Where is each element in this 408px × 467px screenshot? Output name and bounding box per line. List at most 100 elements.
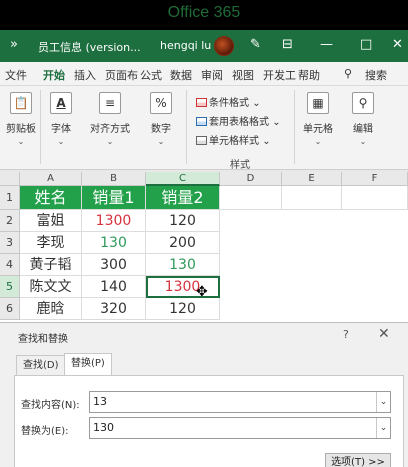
row-header[interactable]: 6 [0,298,20,320]
avatar[interactable] [214,36,234,56]
cells-group[interactable]: ▦ 单元格 ⌄ [295,92,341,146]
tab-data[interactable]: 数据 [170,67,192,83]
ribbon-divider [186,90,187,164]
row-header[interactable]: 3 [0,232,20,254]
ribbon-display-icon[interactable]: ⊟ [282,37,293,52]
cell-name[interactable]: 富姐 [20,210,82,232]
cell-sales1[interactable]: 320 [82,298,146,320]
chevron-down-icon: ⌄ [106,137,114,146]
editing-group[interactable]: ⚲ 编辑 ⌄ [340,92,386,146]
ribbon-tabs: 文件 开始 插入 页面布 公式 数据 审阅 视图 开发工 帮助 ⚲ 搜索 [0,62,408,88]
cell-sales1[interactable]: 300 [82,254,146,276]
find-label: 查找内容(N): [21,400,80,411]
chevron-down-icon[interactable]: ⌄ [376,392,390,412]
tab-help[interactable]: 帮助 [298,67,320,83]
tab-find[interactable]: 查找(D) [16,355,66,375]
search-icon: ⚲ [352,92,374,114]
column-header[interactable]: E [282,172,342,186]
back-icon[interactable]: » [10,37,18,52]
chevron-down-icon: ⌄ [57,137,65,146]
clipboard-icon: 📋 [10,92,32,114]
table-icon [196,117,207,126]
column-header[interactable]: A [20,172,82,186]
tab-page-layout[interactable]: 页面布 [105,67,138,83]
row-header[interactable]: 4 [0,254,20,276]
header-cell-name[interactable]: 姓名 [20,186,82,210]
cell-sales2[interactable]: 130 [146,254,220,276]
chevron-down-icon: ⌄ [359,137,367,146]
cell-name[interactable]: 鹿晗 [20,298,82,320]
chevron-down-icon[interactable]: ⌄ [376,418,390,438]
column-header[interactable]: C [146,172,220,186]
alignment-group[interactable]: ≡ 对齐方式 ⌄ [87,92,133,146]
row-header[interactable]: 1 [0,186,20,210]
find-replace-dialog: 查找和替换 ? ✕ 查找(D) 替换(P) 查找内容(N): 13 ⌄ 替换为(… [0,322,408,467]
close-button[interactable]: ✕ [392,37,403,52]
tab-developer[interactable]: 开发工 [263,67,296,83]
active-cell-sales2[interactable]: 1300 [146,276,220,298]
cell-sales1[interactable]: 1300 [82,210,146,232]
row-header[interactable]: 2 [0,210,20,232]
cells-icon: ▦ [307,92,329,114]
close-icon[interactable]: ✕ [378,326,390,342]
empty-cell[interactable] [342,186,408,210]
cells-label: 单元格 [303,124,333,135]
number-group[interactable]: % 数字 ⌄ [138,92,184,146]
cell-sales1[interactable]: 140 [82,276,146,298]
column-header[interactable]: B [82,172,146,186]
replace-value: 130 [93,421,114,434]
maximize-button[interactable]: □ [360,37,372,52]
chevron-down-icon: ⌄ [314,137,322,146]
title-bar: » 员工信息 (version... hengqi lu ✎ ⊟ — □ ✕ [0,30,408,62]
tab-insert[interactable]: 插入 [74,67,96,83]
empty-cell[interactable] [220,186,282,210]
options-button[interactable]: 选项(T) >> [325,453,391,467]
minimize-button[interactable]: — [320,37,333,52]
search-icon[interactable]: ⚲ [344,67,352,80]
cell-name[interactable]: 黄子韬 [20,254,82,276]
find-input[interactable]: 13 ⌄ [89,391,391,413]
tab-review[interactable]: 审阅 [201,67,223,83]
percent-icon: % [150,92,172,114]
watermark-text: Office 365 [167,4,241,21]
tab-replace[interactable]: 替换(P) [64,353,112,375]
cell-sales1[interactable]: 130 [82,232,146,254]
ribbon: 📋 剪贴板 ⌄ A 字体 ⌄ ≡ 对齐方式 ⌄ % 数字 ⌄ 条件格式 ⌄ 套用… [0,86,408,171]
dialog-title: 查找和替换 [18,334,68,345]
replace-input[interactable]: 130 ⌄ [89,417,391,439]
user-name[interactable]: hengqi lu [160,39,211,52]
font-label: 字体 [51,124,71,135]
conditional-format-button[interactable]: 条件格式 ⌄ [196,94,261,109]
cell-name[interactable]: 陈文文 [20,276,82,298]
cell-name[interactable]: 李现 [20,232,82,254]
select-all-corner[interactable] [0,172,20,186]
chevron-down-icon: ⌄ [157,137,165,146]
tab-home[interactable]: 开始 [43,67,65,88]
cell-sales2[interactable]: 200 [146,232,220,254]
find-value: 13 [93,395,107,408]
spreadsheet-grid: A B C D E F 1 2 3 4 5 6 姓名 销量1 销量2 富姐 13… [0,172,408,322]
header-cell-sales1[interactable]: 销量1 [82,186,146,210]
tab-file[interactable]: 文件 [5,67,27,83]
editing-label: 编辑 [353,124,373,135]
tab-view[interactable]: 视图 [232,67,254,83]
alignment-icon: ≡ [99,92,121,114]
column-header[interactable]: D [220,172,282,186]
row-header[interactable]: 5 [0,276,20,298]
pen-icon[interactable]: ✎ [250,37,261,52]
cell-sales2[interactable]: 120 [146,298,220,320]
help-icon[interactable]: ? [343,328,349,341]
tab-formulas[interactable]: 公式 [140,67,162,83]
number-label: 数字 [151,124,171,135]
column-header[interactable]: F [342,172,408,186]
header-cell-sales2[interactable]: 销量2 [146,186,220,210]
video-banner: Office 365 [0,0,408,30]
format-as-table-button[interactable]: 套用表格格式 ⌄ [196,113,281,128]
cell-styles-button[interactable]: 单元格样式 ⌄ [196,132,271,147]
styles-group-label: 样式 [230,160,250,171]
font-group[interactable]: A 字体 ⌄ [38,92,84,146]
cell-sales2[interactable]: 120 [146,210,220,232]
empty-cell[interactable] [282,186,342,210]
cell-styles-icon [196,136,207,145]
search-label[interactable]: 搜索 [365,67,387,83]
